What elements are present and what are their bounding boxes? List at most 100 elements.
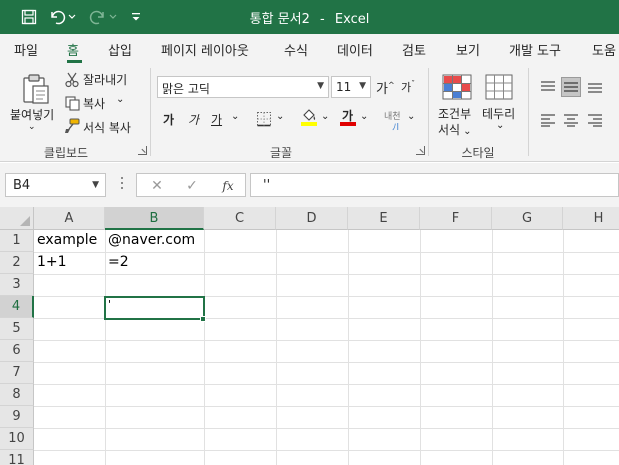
- name-box[interactable]: B4 ▼: [5, 173, 106, 197]
- gridline: [420, 230, 421, 465]
- paste-label[interactable]: 붙여넣기: [10, 106, 54, 123]
- row-header-4[interactable]: 4: [0, 296, 34, 318]
- cut-label[interactable]: 잘라내기: [83, 71, 127, 88]
- active-tab-indicator: [67, 60, 82, 63]
- copy-icon[interactable]: [64, 93, 80, 113]
- column-header-f[interactable]: F: [420, 207, 492, 230]
- column-header-b[interactable]: B: [105, 207, 204, 230]
- cell-b1[interactable]: @naver.com: [105, 230, 204, 252]
- format-as-table-dropdown-icon[interactable]: ⌄: [496, 120, 504, 131]
- copy-dropdown-icon[interactable]: ⌄: [116, 94, 124, 105]
- font-size-value: 11: [336, 80, 352, 94]
- paste-dropdown-icon[interactable]: ⌄: [28, 122, 36, 132]
- ribbon: 붙여넣기 ⌄ 잘라내기 복사 ⌄ 서식 복사 클립보드 맑은 고딕 ▼ 11 ▼…: [0, 64, 619, 162]
- conditional-formatting-label-2[interactable]: 서식 ⌄: [438, 121, 471, 138]
- gridline: [276, 230, 277, 465]
- row-header-9[interactable]: 9: [0, 406, 34, 428]
- align-middle-icon[interactable]: [561, 77, 581, 97]
- font-size-select[interactable]: 11 ▼: [331, 76, 371, 98]
- chevron-down-icon: ▼: [92, 180, 99, 190]
- select-all-button[interactable]: [0, 207, 34, 230]
- increase-font-size-button[interactable]: 가^: [376, 78, 395, 97]
- bold-button[interactable]: 가: [163, 111, 174, 128]
- fill-handle[interactable]: [200, 316, 206, 322]
- column-header-a[interactable]: A: [34, 207, 105, 230]
- gridline: [34, 450, 619, 451]
- insert-function-icon[interactable]: fx: [219, 177, 237, 195]
- formula-input[interactable]: '': [250, 173, 619, 197]
- align-center-icon[interactable]: [561, 110, 581, 130]
- cancel-icon[interactable]: ✕: [148, 177, 166, 195]
- row-header-8[interactable]: 8: [0, 384, 34, 406]
- document-name: 통합 문서2: [249, 12, 310, 27]
- row-header-2[interactable]: 2: [0, 252, 34, 274]
- underline-dropdown-icon[interactable]: ⌄: [231, 111, 239, 122]
- fill-color-icon[interactable]: [299, 107, 319, 127]
- tab-insert[interactable]: 삽입: [108, 40, 132, 59]
- phonetic-marks-icon: ﾉl: [392, 123, 400, 133]
- formula-buttons: ✕ ✓ fx: [136, 173, 246, 197]
- tab-file[interactable]: 파일: [14, 40, 38, 59]
- align-right-icon[interactable]: [585, 110, 605, 130]
- tab-home[interactable]: 홈: [67, 40, 79, 59]
- window-title: 통합 문서2 - Excel: [0, 8, 619, 27]
- cell-a2[interactable]: 1+1: [34, 252, 105, 274]
- format-painter-label[interactable]: 서식 복사: [83, 119, 131, 136]
- conditional-formatting-label[interactable]: 조건부: [438, 105, 471, 122]
- decrease-font-size-button[interactable]: 가ˇ: [401, 79, 415, 95]
- borders-icon[interactable]: [254, 109, 274, 129]
- align-bottom-icon[interactable]: [585, 77, 605, 97]
- gridline: [563, 230, 564, 465]
- tab-help[interactable]: 도움: [592, 40, 616, 59]
- group-separator: [528, 68, 529, 156]
- font-name-select[interactable]: 맑은 고딕 ▼: [157, 76, 329, 98]
- cell-b2[interactable]: =2: [105, 252, 204, 274]
- row-header-1[interactable]: 1: [0, 230, 34, 252]
- row-header-3[interactable]: 3: [0, 274, 34, 296]
- gridline: [34, 428, 619, 429]
- row-header-5[interactable]: 5: [0, 318, 34, 340]
- format-painter-icon[interactable]: [64, 116, 80, 136]
- chevron-down-icon: ▼: [317, 81, 324, 91]
- underline-button[interactable]: 가: [211, 111, 222, 128]
- tab-review[interactable]: 검토: [402, 40, 426, 59]
- row-header-10[interactable]: 10: [0, 428, 34, 450]
- column-header-d[interactable]: D: [276, 207, 348, 230]
- column-header-h[interactable]: H: [563, 207, 619, 230]
- formula-bar-resize-handle[interactable]: [121, 177, 124, 191]
- cell-a1[interactable]: example: [34, 230, 105, 252]
- gridline: [34, 362, 619, 363]
- copy-label[interactable]: 복사: [83, 95, 105, 112]
- row-header-7[interactable]: 7: [0, 362, 34, 384]
- paste-icon[interactable]: [20, 72, 52, 106]
- tab-view[interactable]: 보기: [456, 40, 480, 59]
- cut-icon[interactable]: [64, 70, 80, 90]
- align-left-icon[interactable]: [538, 110, 558, 130]
- format-as-table-icon[interactable]: [484, 72, 514, 102]
- column-header-g[interactable]: G: [492, 207, 563, 230]
- font-color-button[interactable]: 가: [338, 107, 358, 127]
- column-header-c[interactable]: C: [204, 207, 276, 230]
- fill-color-dropdown-icon[interactable]: ⌄: [321, 111, 329, 122]
- title-bar: 통합 문서2 - Excel: [0, 0, 619, 34]
- phonetic-dropdown-icon[interactable]: ⌄: [407, 111, 415, 122]
- borders-dropdown-icon[interactable]: ⌄: [276, 111, 284, 122]
- ribbon-tabs: 파일 홈 삽입 페이지 레이아웃 수식 데이터 검토 보기 개발 도구 도움: [0, 34, 619, 64]
- font-launcher-icon[interactable]: [416, 146, 425, 155]
- font-color-dropdown-icon[interactable]: ⌄: [360, 111, 368, 122]
- tab-formulas[interactable]: 수식: [284, 40, 308, 59]
- row-header-11[interactable]: 11: [0, 450, 34, 465]
- worksheet-grid[interactable]: A B C D E F G H 1 2 3 4 5 6 7 8 9 10 11 …: [0, 207, 619, 465]
- tab-developer[interactable]: 개발 도구: [509, 40, 561, 59]
- tab-data[interactable]: 데이터: [337, 40, 373, 59]
- conditional-formatting-icon[interactable]: [441, 72, 473, 102]
- row-header-6[interactable]: 6: [0, 340, 34, 362]
- styles-group-label: 스타일: [461, 146, 495, 160]
- clipboard-launcher-icon[interactable]: [138, 146, 147, 155]
- italic-button[interactable]: 가: [188, 111, 199, 128]
- enter-icon[interactable]: ✓: [183, 177, 201, 195]
- tab-page-layout[interactable]: 페이지 레이아웃: [161, 40, 249, 59]
- align-top-icon[interactable]: [538, 77, 558, 97]
- font-group-label: 글꼴: [269, 146, 293, 160]
- column-header-e[interactable]: E: [348, 207, 420, 230]
